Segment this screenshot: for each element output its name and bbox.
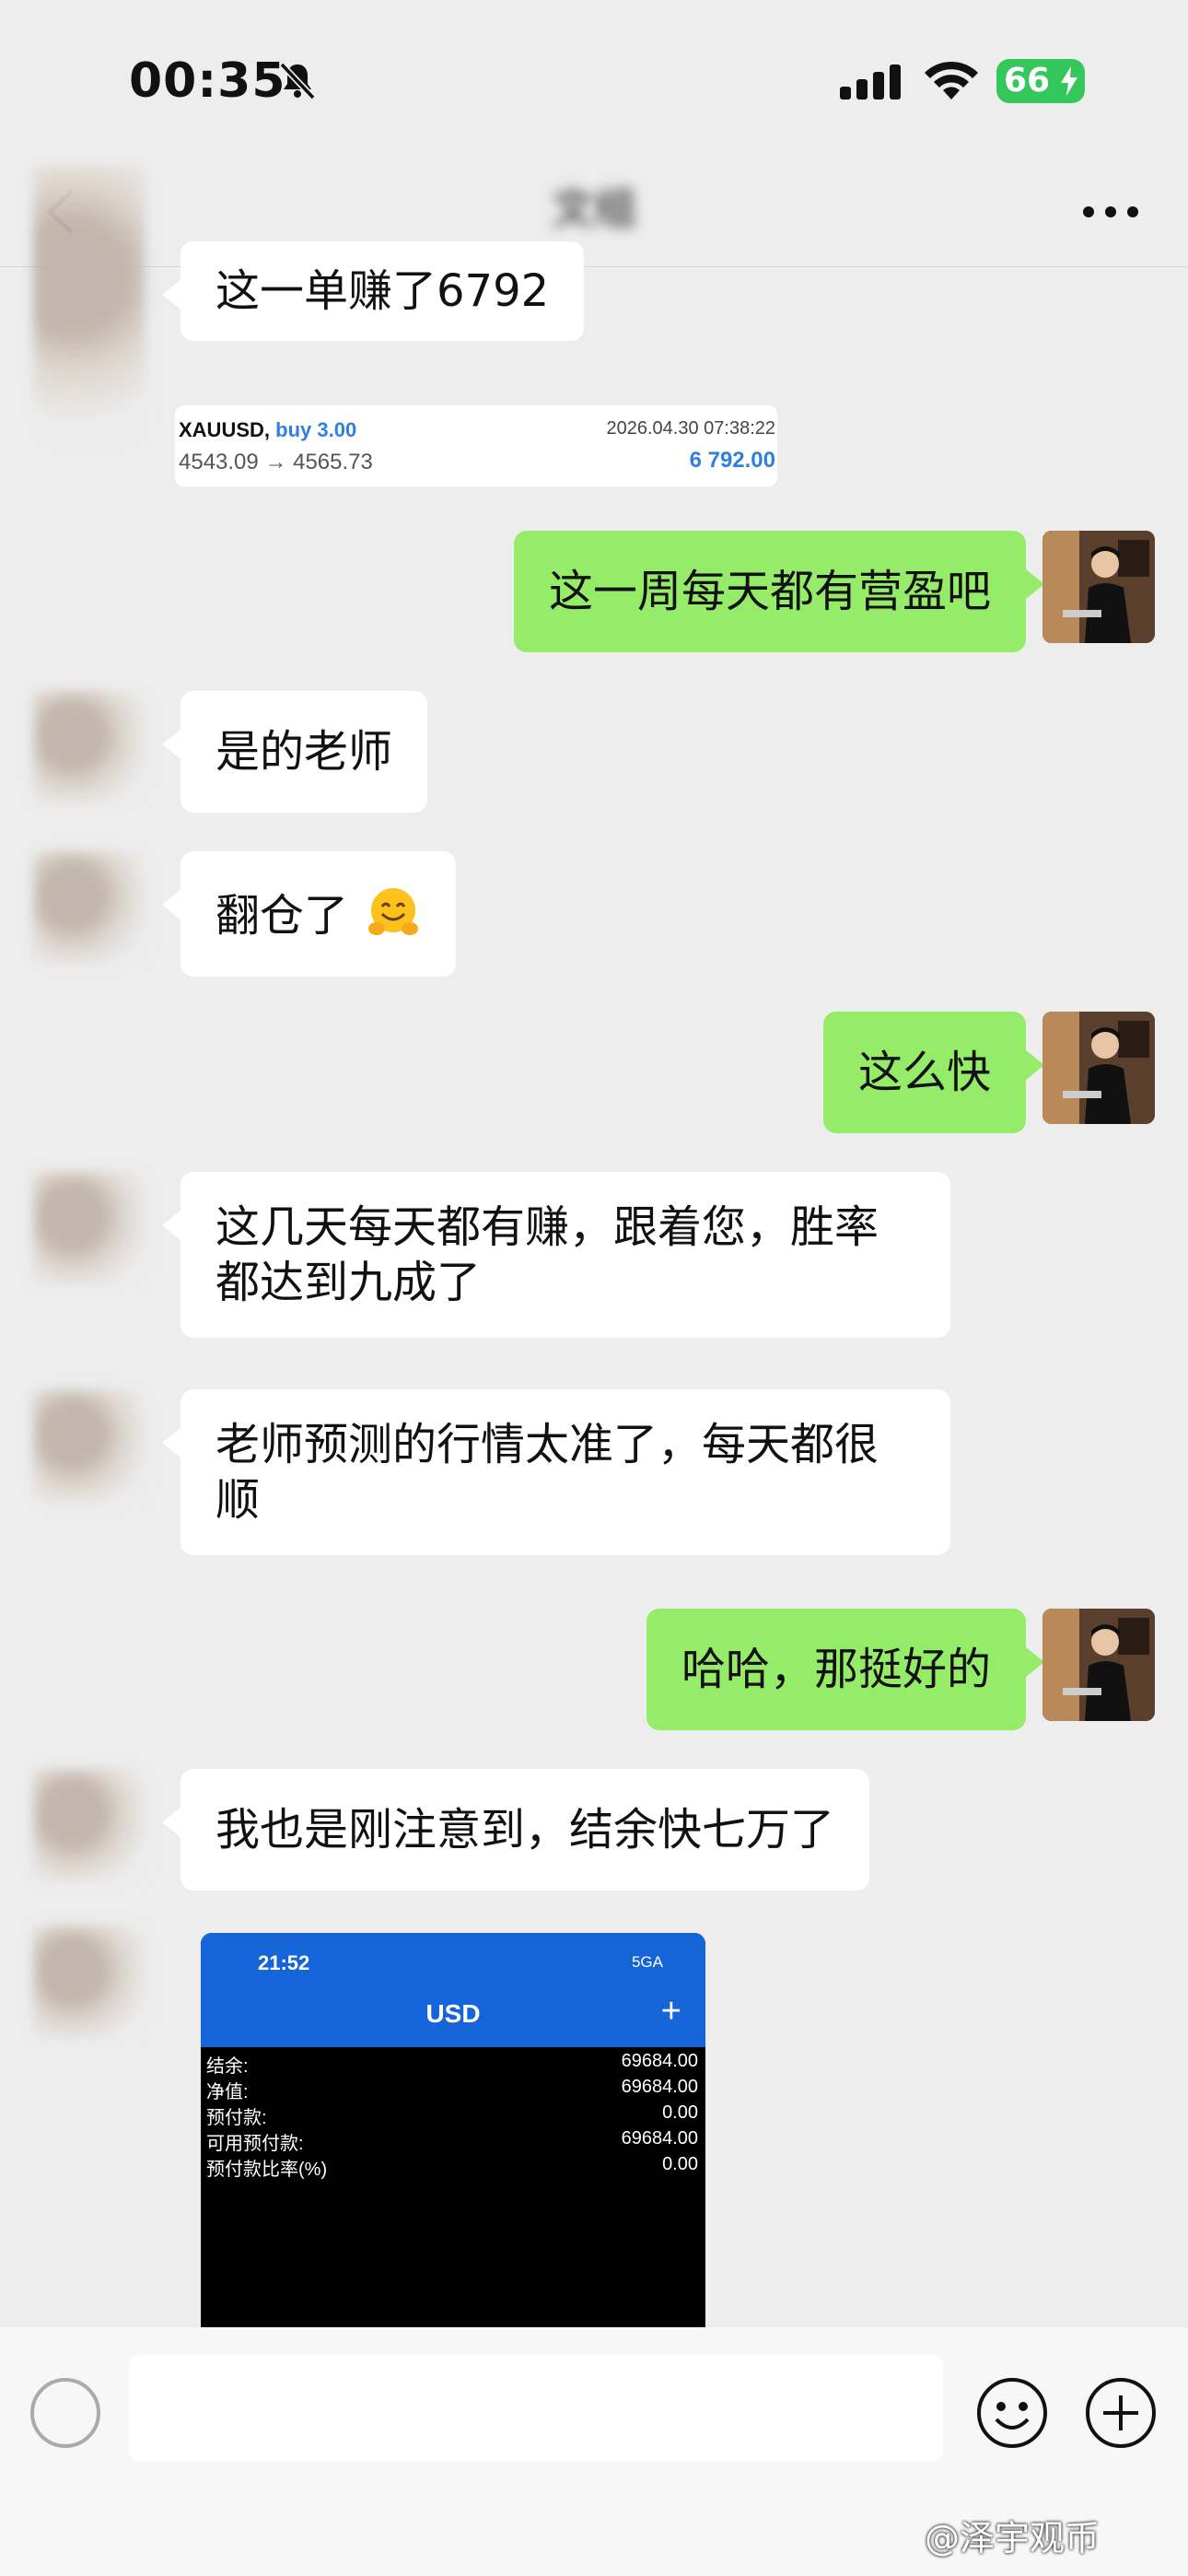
message-bubble[interactable]: 是的老师 bbox=[161, 691, 428, 813]
contact-avatar[interactable] bbox=[33, 1926, 146, 2038]
message-list[interactable]: 这一单赚了6792 XAUUSD, buy 3.00 4543.09 → 456… bbox=[0, 166, 1188, 2331]
message-input[interactable] bbox=[129, 2355, 943, 2462]
contact-avatar[interactable] bbox=[33, 851, 146, 964]
contact-avatar[interactable] bbox=[33, 1769, 146, 1881]
input-bar: @泽宇观币 bbox=[0, 2327, 1188, 2576]
screenshot-title: USD bbox=[425, 1999, 481, 2028]
message-text-line: 顺 bbox=[215, 1474, 261, 1526]
chat-title: 文组 bbox=[552, 183, 636, 233]
message-bubble[interactable]: 这一周每天都有营盈吧 bbox=[513, 531, 1045, 652]
message-text-line: 都达到九成了 bbox=[215, 1257, 482, 1308]
message-bubble[interactable]: 哈哈，那挺好的 bbox=[646, 1609, 1045, 1730]
my-avatar-image bbox=[1042, 1609, 1155, 1721]
message-text: 这一单赚了6792 bbox=[215, 265, 550, 317]
charging-bolt-icon bbox=[1061, 66, 1077, 96]
message-text: 这么快 bbox=[857, 1047, 991, 1098]
wifi-icon bbox=[925, 61, 978, 100]
screenshot-plus-icon: + bbox=[660, 1992, 681, 2031]
message-bubble[interactable]: 这几天每天都有赚，跟着您，胜率 都达到九成了 bbox=[162, 1172, 950, 1338]
trade-date: 2026.04.30 07:38:22 bbox=[606, 418, 775, 439]
message-bubble[interactable]: 老师预测的行情太准了，每天都很 顺 bbox=[162, 1389, 950, 1555]
message-bubble[interactable]: 这一单赚了6792 bbox=[161, 241, 585, 341]
message-bubble[interactable]: 这么快 bbox=[822, 1012, 1045, 1133]
voice-input-icon[interactable] bbox=[28, 2375, 103, 2451]
message-text: 是的老师 bbox=[215, 726, 393, 778]
my-avatar[interactable] bbox=[1042, 531, 1155, 643]
screenshot-time: 21:52 bbox=[258, 1951, 310, 1974]
message-text-line: 老师预测的行情太准了，每天都很 bbox=[215, 1419, 879, 1470]
status-time: 00:35 bbox=[129, 53, 286, 109]
contact-avatar[interactable] bbox=[33, 1172, 146, 1284]
message-text: 翻仓了 bbox=[215, 890, 349, 942]
message-text: 我也是刚注意到，结余快七万了 bbox=[215, 1804, 835, 1856]
my-avatar[interactable] bbox=[1042, 1012, 1155, 1124]
trade-result-image[interactable]: XAUUSD, buy 3.00 4543.09 → 4565.73 2026.… bbox=[175, 405, 777, 486]
watermark: @泽宇观币 bbox=[925, 2518, 1101, 2558]
trade-prices: 4543.09 → 4565.73 bbox=[179, 450, 373, 474]
signal-icon bbox=[840, 64, 901, 100]
account-summary: 结余: 69684.00 净值: 69684.00 预付款: 0.00 可用预付款: 6… bbox=[206, 2049, 698, 2180]
account-row: 预付款比率(%) 0.00 bbox=[206, 2154, 698, 2180]
screenshot-network: 5GA bbox=[631, 1953, 663, 1971]
bell-muted-icon bbox=[279, 62, 316, 100]
trade-symbol: XAUUSD, buy 3.00 bbox=[179, 418, 357, 441]
account-row: 净值: 69684.00 bbox=[206, 2077, 698, 2102]
account-row: 结余: 69684.00 bbox=[206, 2051, 698, 2077]
message-bubble[interactable]: 我也是刚注意到，结余快七万了 bbox=[161, 1769, 870, 1891]
add-attachment-icon[interactable] bbox=[1083, 2375, 1159, 2451]
trade-side: buy 3.00 bbox=[275, 418, 357, 441]
contact-avatar[interactable] bbox=[33, 166, 146, 442]
message-text: 这一周每天都有营盈吧 bbox=[548, 566, 991, 617]
contact-avatar[interactable] bbox=[33, 1389, 146, 1502]
my-avatar-image bbox=[1042, 531, 1155, 643]
account-row: 可用预付款: 69684.00 bbox=[206, 2128, 698, 2154]
message-text: 哈哈，那挺好的 bbox=[681, 1644, 991, 1695]
message-bubble[interactable]: 翻仓了 bbox=[161, 851, 457, 977]
battery-indicator: 66 bbox=[996, 59, 1085, 103]
trade-profit: 6 792.00 bbox=[689, 448, 775, 473]
battery-level: 66 bbox=[1004, 62, 1051, 100]
emoji-icon[interactable] bbox=[974, 2375, 1050, 2451]
contact-avatar[interactable] bbox=[33, 691, 146, 803]
screenshot-header: 21:52 5GA USD + bbox=[201, 1933, 705, 2047]
hugging-face-emoji-icon bbox=[368, 888, 419, 935]
chat-header: 文组 bbox=[0, 157, 1188, 267]
message-text-line: 这几天每天都有赚，跟着您，胜率 bbox=[215, 1201, 879, 1253]
status-bar: 00:35 66 bbox=[0, 0, 1188, 157]
account-screenshot-image[interactable]: 21:52 5GA USD + 结余: 69684.00 净值: 69684.00 … bbox=[201, 1933, 705, 2331]
my-avatar[interactable] bbox=[1042, 1609, 1155, 1721]
my-avatar-image bbox=[1042, 1012, 1155, 1124]
more-options-icon[interactable] bbox=[1079, 203, 1142, 221]
account-row: 预付款: 0.00 bbox=[206, 2102, 698, 2128]
